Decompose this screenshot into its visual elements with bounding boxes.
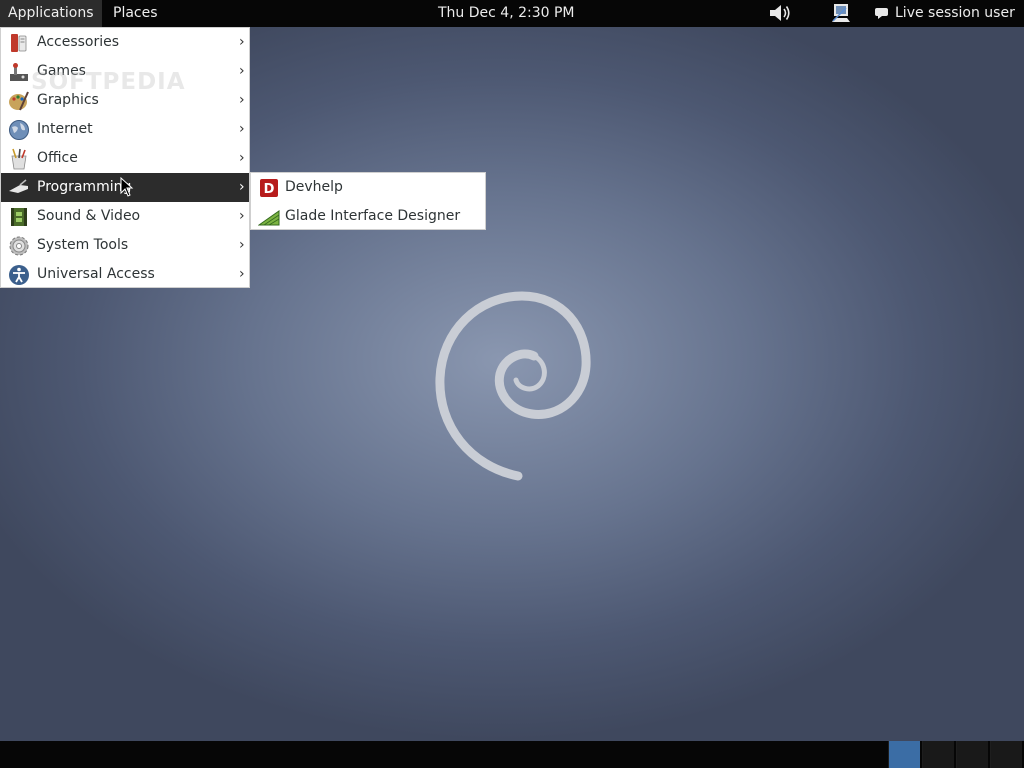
workspace-2[interactable] xyxy=(922,741,954,768)
top-panel: Applications Places Thu Dec 4, 2:30 PM L… xyxy=(0,0,1024,27)
graphics-icon xyxy=(9,91,29,111)
watermark: SOFTPEDIA xyxy=(31,69,186,95)
volume-icon[interactable] xyxy=(768,3,792,23)
menu-item-accessories[interactable]: Accessories › xyxy=(1,28,249,57)
clock[interactable]: Thu Dec 4, 2:30 PM xyxy=(438,0,575,27)
menu-item-label: Office xyxy=(37,150,78,166)
applications-dropdown: Accessories › Games › Graphics › Interne… xyxy=(0,27,250,288)
chevron-right-icon: › xyxy=(239,92,245,108)
chevron-right-icon: › xyxy=(239,34,245,50)
submenu-item-devhelp[interactable]: D Devhelp xyxy=(251,173,485,202)
menu-item-office[interactable]: Office › xyxy=(1,144,249,173)
menu-item-sound-video[interactable]: Sound & Video › xyxy=(1,202,249,231)
menu-item-internet[interactable]: Internet › xyxy=(1,115,249,144)
office-icon xyxy=(11,148,27,170)
workspace-3[interactable] xyxy=(956,741,988,768)
chat-icon[interactable] xyxy=(874,7,889,20)
internet-icon xyxy=(9,120,29,140)
workspace-1[interactable] xyxy=(888,741,920,768)
accessories-icon xyxy=(11,34,27,52)
workspace-4[interactable] xyxy=(990,741,1022,768)
menu-item-system-tools[interactable]: System Tools › xyxy=(1,231,249,260)
programming-submenu: D Devhelp Glade Interface Designer xyxy=(250,172,486,230)
sound-video-icon xyxy=(11,208,27,226)
games-icon xyxy=(10,63,28,81)
svg-text:D: D xyxy=(264,182,275,197)
chevron-right-icon: › xyxy=(239,208,245,224)
menu-item-label: Universal Access xyxy=(37,266,155,282)
applications-menu-button[interactable]: Applications xyxy=(0,0,102,27)
chevron-right-icon: › xyxy=(239,237,245,253)
mouse-cursor xyxy=(120,177,134,197)
system-tools-icon xyxy=(9,236,29,256)
chevron-right-icon: › xyxy=(239,266,245,282)
universal-access-icon xyxy=(9,265,29,285)
menu-item-label: Sound & Video xyxy=(37,208,141,224)
menu-item-label: Internet xyxy=(37,121,93,137)
chevron-right-icon: › xyxy=(239,121,245,137)
chevron-right-icon: › xyxy=(239,179,245,195)
submenu-item-glade[interactable]: Glade Interface Designer xyxy=(251,202,485,231)
submenu-item-label: Glade Interface Designer xyxy=(285,208,461,224)
places-menu-button[interactable]: Places xyxy=(105,0,166,27)
menu-item-label: Accessories xyxy=(37,34,120,50)
glade-icon xyxy=(258,210,280,226)
programming-icon xyxy=(9,179,28,193)
menu-item-label: Programming xyxy=(37,179,132,195)
debian-logo xyxy=(435,291,591,481)
submenu-item-label: Devhelp xyxy=(285,179,343,195)
bottom-panel xyxy=(0,741,1024,768)
chevron-right-icon: › xyxy=(239,63,245,79)
network-icon[interactable] xyxy=(830,2,852,24)
chevron-right-icon: › xyxy=(239,150,245,166)
user-menu[interactable]: Live session user xyxy=(895,0,1015,27)
menu-item-label: System Tools xyxy=(37,237,129,253)
menu-item-universal-access[interactable]: Universal Access › xyxy=(1,260,249,289)
devhelp-icon: D xyxy=(260,179,278,197)
